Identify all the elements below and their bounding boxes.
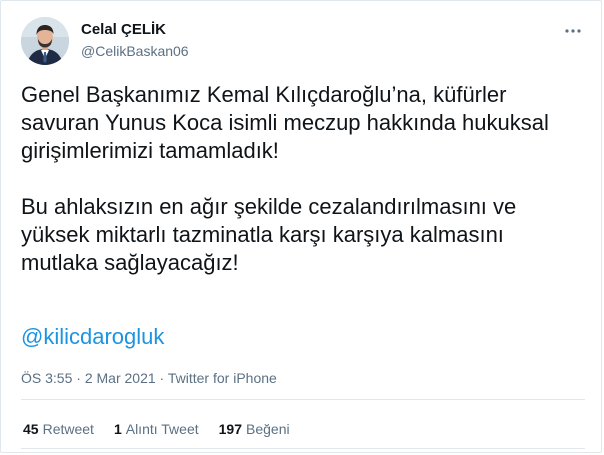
meta-separator: · (155, 370, 168, 386)
like-count: 197 (218, 421, 242, 437)
tweet-card: Celal ÇELİK @CelikBaskan06 Genel Başkanı… (0, 0, 602, 453)
tweet-paragraph-2: Bu ahlaksızın en ağır şekilde cezalandır… (21, 194, 517, 275)
tweet-source[interactable]: Twitter for iPhone (168, 370, 277, 386)
user-display-name[interactable]: Celal ÇELİK (81, 21, 166, 38)
retweet-stat[interactable]: 45 Retweet (23, 421, 94, 437)
quote-count: 1 (113, 421, 122, 437)
avatar[interactable] (21, 17, 69, 65)
retweet-label: Retweet (42, 421, 94, 437)
mention-link[interactable]: @kilicdarogluk (21, 324, 164, 350)
more-options-button[interactable] (561, 23, 585, 39)
retweet-count: 45 (23, 421, 39, 437)
tweet-time[interactable]: ÖS 3:55 (21, 370, 72, 386)
like-label: Beğeni (246, 421, 290, 437)
tweet-metadata: ÖS 3:55 · 2 Mar 2021 · Twitter for iPhon… (21, 370, 277, 386)
engagement-stats: 45 Retweet 1 Alıntı Tweet 197 Beğeni (23, 421, 290, 437)
meta-separator: · (72, 370, 85, 386)
quote-tweet-stat[interactable]: 1 Alıntı Tweet (114, 421, 199, 437)
avatar-image (21, 17, 69, 65)
user-handle[interactable]: @CelikBaskan06 (81, 43, 189, 59)
tweet-text: Genel Başkanımız Kemal Kılıçdaroğlu’na, … (21, 81, 591, 277)
tweet-paragraph-1: Genel Başkanımız Kemal Kılıçdaroğlu’na, … (21, 82, 549, 163)
divider (21, 399, 585, 400)
divider (21, 448, 585, 449)
like-stat[interactable]: 197 Beğeni (219, 421, 290, 437)
more-horizontal-icon (565, 29, 581, 33)
tweet-date[interactable]: 2 Mar 2021 (85, 370, 156, 386)
quote-label: Alıntı Tweet (125, 421, 199, 437)
